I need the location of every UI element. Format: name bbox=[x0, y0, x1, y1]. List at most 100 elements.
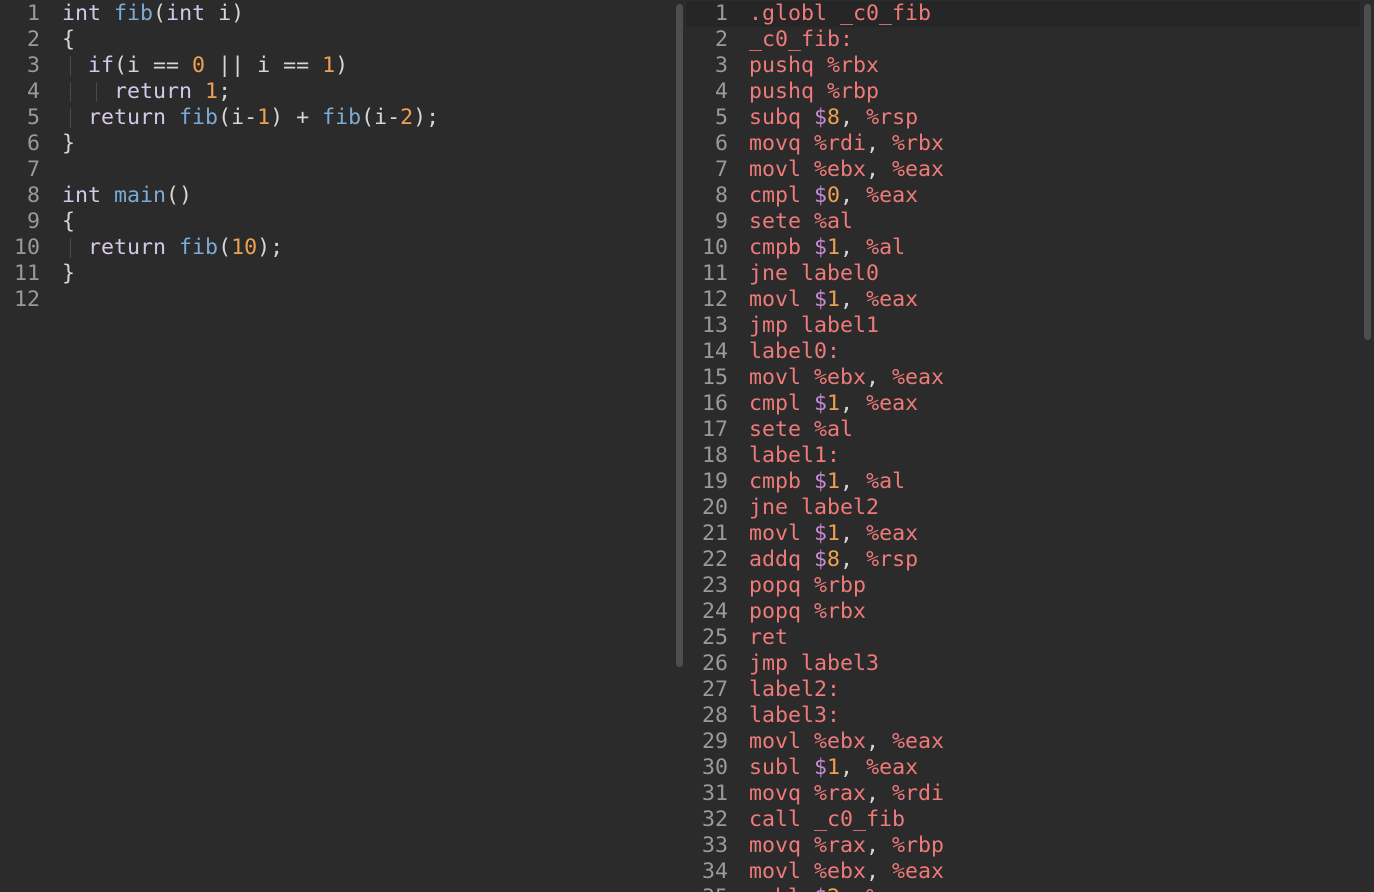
code-token: movl bbox=[749, 365, 815, 390]
source-line[interactable]: 9{ bbox=[0, 209, 672, 235]
line-number: 12 bbox=[13, 287, 40, 312]
code-token: $ bbox=[814, 755, 828, 780]
assembly-line[interactable]: 25 ret bbox=[686, 625, 1360, 651]
assembly-line[interactable]: 24 popq %rbx bbox=[686, 599, 1360, 625]
code-text: pushq %rbx bbox=[749, 53, 879, 79]
source-editor[interactable]: 1 int fib(int i) 2{3 if(i == 0 || i == 1) 4… bbox=[0, 0, 672, 892]
code-text: movq %rdi, %rbx bbox=[749, 131, 944, 157]
code-token: i) bbox=[205, 1, 245, 26]
code-token: $ bbox=[814, 183, 828, 208]
source-line[interactable]: 11} bbox=[0, 261, 672, 287]
source-line[interactable]: 1 int fib(int i) bbox=[0, 1, 672, 27]
assembly-line[interactable]: 11 jne label0 bbox=[686, 261, 1360, 287]
code-token: movq bbox=[749, 131, 815, 156]
source-line[interactable]: 3 if(i == 0 || i == 1) bbox=[0, 53, 672, 79]
assembly-line[interactable]: 26 jmp label3 bbox=[686, 651, 1360, 677]
assembly-line[interactable]: 34 movl %ebx, %eax bbox=[686, 859, 1360, 885]
code-token: 1 bbox=[257, 105, 271, 130]
code-token: 1 bbox=[827, 235, 841, 260]
assembly-line[interactable]: 13 jmp label1 bbox=[686, 313, 1360, 339]
source-editor-scrollbar[interactable] bbox=[672, 0, 686, 892]
code-token: if bbox=[88, 53, 115, 78]
assembly-line[interactable]: 23 popq %rbp bbox=[686, 573, 1360, 599]
code-token: $ bbox=[814, 105, 828, 130]
assembly-line[interactable]: 8 cmpl $0, %eax bbox=[686, 183, 1360, 209]
assembly-line[interactable]: 9 sete %al bbox=[686, 209, 1360, 235]
code-text: jne label0 bbox=[749, 261, 879, 287]
assembly-line[interactable]: 3 pushq %rbx bbox=[686, 53, 1360, 79]
source-line[interactable]: 8 int main() bbox=[0, 183, 672, 209]
source-line[interactable]: 7 bbox=[0, 157, 672, 183]
code-token: fib bbox=[322, 105, 362, 130]
assembly-line[interactable]: 30 subl $1, %eax bbox=[686, 755, 1360, 781]
source-line[interactable]: 4 return 1; bbox=[0, 79, 672, 105]
assembly-line[interactable]: 33 movq %rax, %rbp bbox=[686, 833, 1360, 859]
assembly-line[interactable]: 20 jne label2 bbox=[686, 495, 1360, 521]
line-number: 18 bbox=[701, 443, 728, 468]
code-text: movl %ebx, %eax bbox=[749, 157, 944, 183]
assembly-line[interactable]: 10 cmpb $1, %al bbox=[686, 235, 1360, 261]
assembly-line[interactable]: 22 addq $8, %rsp bbox=[686, 547, 1360, 573]
code-text: cmpb $1, %al bbox=[749, 469, 905, 495]
code-token: %al bbox=[866, 469, 906, 494]
code-token: return bbox=[88, 235, 167, 260]
code-token: %rbx bbox=[892, 131, 945, 156]
assembly-editor-scrollbar[interactable] bbox=[1360, 0, 1374, 892]
assembly-line[interactable]: 15 movl %ebx, %eax bbox=[686, 365, 1360, 391]
code-token: %eax bbox=[866, 391, 919, 416]
assembly-line[interactable]: 35 subl $2, %eax bbox=[686, 885, 1360, 892]
assembly-line[interactable]: 16 cmpl $1, %eax bbox=[686, 391, 1360, 417]
indent-guide bbox=[70, 238, 71, 258]
assembly-line[interactable]: 6 movq %rdi, %rbx bbox=[686, 131, 1360, 157]
code-text: movl $1, %eax bbox=[749, 287, 918, 313]
code-token: %rdi bbox=[814, 131, 867, 156]
assembly-line[interactable]: 7 movl %ebx, %eax bbox=[686, 157, 1360, 183]
code-token: popq bbox=[749, 599, 815, 624]
code-token: $ bbox=[814, 521, 828, 546]
assembly-line[interactable]: 27 label2: bbox=[686, 677, 1360, 703]
source-editor-scrollbar-thumb[interactable] bbox=[676, 4, 683, 667]
assembly-line[interactable]: 12 movl $1, %eax bbox=[686, 287, 1360, 313]
assembly-line[interactable]: 19 cmpb $1, %al bbox=[686, 469, 1360, 495]
code-token: %rbp bbox=[827, 79, 880, 104]
code-token: %eax bbox=[866, 521, 919, 546]
assembly-line[interactable]: 31 movq %rax, %rdi bbox=[686, 781, 1360, 807]
assembly-line[interactable]: 4 pushq %rbp bbox=[686, 79, 1360, 105]
line-number: 10 bbox=[701, 235, 728, 260]
code-token: ) bbox=[335, 53, 349, 78]
code-text: label2: bbox=[749, 677, 840, 703]
source-line[interactable]: 12 bbox=[0, 287, 672, 313]
assembly-line[interactable]: 32 call _c0_fib bbox=[686, 807, 1360, 833]
code-token: , bbox=[866, 131, 893, 156]
line-number: 26 bbox=[701, 651, 728, 676]
assembly-line[interactable]: 29 movl %ebx, %eax bbox=[686, 729, 1360, 755]
line-number: 35 bbox=[686, 885, 728, 892]
code-token: fib bbox=[179, 105, 219, 130]
assembly-line[interactable]: 18 label1: bbox=[686, 443, 1360, 469]
assembly-line[interactable]: 1 .globl _c0_fib bbox=[686, 1, 1360, 27]
assembly-editor-scrollbar-thumb[interactable] bbox=[1364, 4, 1371, 340]
code-text: return fib(i-1) + fib(i-2); bbox=[62, 105, 439, 131]
source-line[interactable]: 2{ bbox=[0, 27, 672, 53]
code-token: ); bbox=[257, 235, 284, 260]
source-line[interactable]: 10 return fib(10); bbox=[0, 235, 672, 261]
assembly-line[interactable]: 5 subq $8, %rsp bbox=[686, 105, 1360, 131]
assembly-editor[interactable]: 1 .globl _c0_fib 2 _c0_fib: 3 pushq %rbx 4 push… bbox=[686, 0, 1360, 892]
line-number: 21 bbox=[701, 521, 728, 546]
source-line[interactable]: 5 return fib(i-1) + fib(i-2); bbox=[0, 105, 672, 131]
code-token: , bbox=[866, 833, 893, 858]
line-number: 11 bbox=[13, 261, 40, 286]
assembly-line[interactable]: 21 movl $1, %eax bbox=[686, 521, 1360, 547]
code-token: _c0_fib: bbox=[749, 27, 854, 52]
assembly-line[interactable]: 28 label3: bbox=[686, 703, 1360, 729]
source-line[interactable]: 6} bbox=[0, 131, 672, 157]
code-token: 1 bbox=[827, 287, 841, 312]
assembly-line[interactable]: 17 sete %al bbox=[686, 417, 1360, 443]
assembly-line[interactable]: 14 label0: bbox=[686, 339, 1360, 365]
assembly-line[interactable]: 2 _c0_fib: bbox=[686, 27, 1360, 53]
